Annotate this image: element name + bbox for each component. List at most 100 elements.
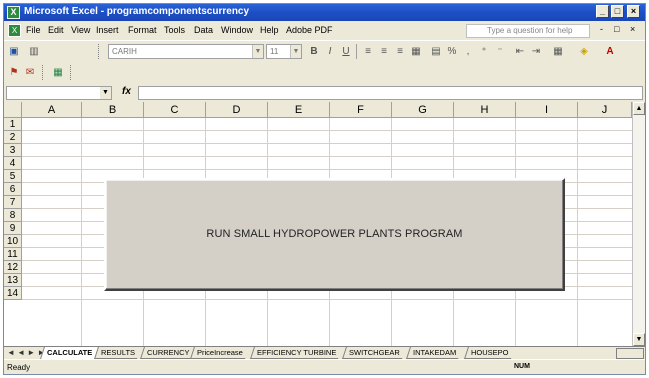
- row-header-11[interactable]: 11: [4, 248, 22, 261]
- borders-icon[interactable]: ▦: [550, 44, 566, 59]
- tab-navigation-icons[interactable]: ◄ ◄ ► ►: [7, 348, 45, 357]
- chevron-down-icon[interactable]: ▼: [290, 45, 301, 58]
- menu-help[interactable]: Help: [260, 25, 279, 35]
- toolbar-grip[interactable]: [98, 44, 101, 59]
- font-color-button[interactable]: A: [602, 44, 618, 59]
- font-size-select[interactable]: 11 ▼: [266, 44, 302, 59]
- menu-data[interactable]: Data: [194, 25, 213, 35]
- vertical-scrollbar[interactable]: ▲ ▼: [632, 102, 645, 346]
- menu-file[interactable]: File: [26, 25, 41, 35]
- increase-indent-icon[interactable]: ⇥: [528, 44, 544, 59]
- row-header-3[interactable]: 3: [4, 144, 22, 157]
- doc-restore-button[interactable]: □: [614, 24, 619, 34]
- font-name-select[interactable]: CARIH ▼: [108, 44, 264, 59]
- align-center-icon[interactable]: ≡: [376, 44, 392, 59]
- row-header-14[interactable]: 14: [4, 287, 22, 300]
- minimize-button[interactable]: _: [596, 5, 609, 18]
- tab-results[interactable]: RESULTS: [94, 347, 141, 359]
- select-all-corner[interactable]: [4, 102, 22, 118]
- row-gridline: [22, 143, 632, 144]
- decrease-indent-icon[interactable]: ⇤: [512, 44, 528, 59]
- toolbar-grip[interactable]: [42, 65, 45, 80]
- pdf-email-icon[interactable]: ✉: [22, 65, 38, 80]
- align-right-icon[interactable]: ≡: [392, 44, 408, 59]
- column-header-d[interactable]: D: [206, 102, 268, 118]
- row-header-7[interactable]: 7: [4, 196, 22, 209]
- excel-window: X Microsoft Excel - programcomponentscur…: [3, 3, 646, 375]
- tab-intakedam[interactable]: INTAKEDAM: [406, 347, 463, 359]
- toolbar-icon[interactable]: ▥: [26, 44, 42, 59]
- excel-app-icon[interactable]: X: [7, 6, 20, 19]
- bold-button[interactable]: B: [306, 44, 322, 59]
- spreadsheet-grid[interactable]: A B C D E F G H I J 1 2 3 4 5 6 7 8 9 10 11 12 13 14 R…: [4, 102, 645, 346]
- chevron-down-icon[interactable]: ▼: [100, 87, 111, 99]
- tab-label: CALCULATE: [47, 348, 93, 357]
- row-header-12[interactable]: 12: [4, 261, 22, 274]
- maximize-button[interactable]: □: [611, 5, 624, 18]
- row-header-1[interactable]: 1: [4, 118, 22, 131]
- row-header-9[interactable]: 9: [4, 222, 22, 235]
- doc-minimize-button[interactable]: -: [600, 24, 603, 34]
- close-button[interactable]: ×: [627, 5, 640, 18]
- column-header-i[interactable]: I: [516, 102, 578, 118]
- pdf-convert-icon[interactable]: ⚑: [6, 65, 22, 80]
- menu-view[interactable]: View: [71, 25, 90, 35]
- menu-insert[interactable]: Insert: [96, 25, 119, 35]
- column-header-j[interactable]: J: [578, 102, 632, 118]
- formula-input[interactable]: [138, 86, 643, 100]
- workbook-icon[interactable]: X: [8, 24, 21, 37]
- italic-button[interactable]: I: [322, 44, 338, 59]
- column-header-c[interactable]: C: [144, 102, 206, 118]
- column-header-g[interactable]: G: [392, 102, 454, 118]
- currency-icon[interactable]: ▤: [428, 44, 444, 59]
- name-box[interactable]: ▼: [6, 86, 112, 100]
- menu-window[interactable]: Window: [221, 25, 253, 35]
- window-title: Microsoft Excel - programcomponentscurre…: [24, 6, 250, 17]
- underline-button[interactable]: U: [338, 44, 354, 59]
- row-header-6[interactable]: 6: [4, 183, 22, 196]
- run-program-button[interactable]: RUN SMALL HYDROPOWER PLANTS PROGRAM: [104, 178, 565, 291]
- percent-button[interactable]: %: [444, 44, 460, 59]
- chevron-down-icon[interactable]: ▼: [252, 45, 263, 58]
- chart-icon[interactable]: ▦: [50, 65, 66, 80]
- menu-bar: X File Edit View Insert Format Tools Dat…: [4, 21, 645, 40]
- decrease-decimal-icon[interactable]: ⁻: [492, 44, 508, 59]
- menu-tools[interactable]: Tools: [164, 25, 185, 35]
- row-header-2[interactable]: 2: [4, 131, 22, 144]
- toolbar-grip[interactable]: [70, 65, 73, 80]
- increase-decimal-icon[interactable]: ⁺: [476, 44, 492, 59]
- tab-label: RESULTS: [101, 348, 136, 357]
- menu-adobe-pdf[interactable]: Adobe PDF: [286, 25, 333, 35]
- help-search-input[interactable]: Type a question for help: [466, 24, 590, 38]
- tab-currency[interactable]: CURRENCY: [140, 347, 196, 359]
- tab-calculate[interactable]: CALCULATE: [40, 347, 99, 359]
- column-header-h[interactable]: H: [454, 102, 516, 118]
- column-header-f[interactable]: F: [330, 102, 392, 118]
- merge-center-icon[interactable]: ▦: [408, 44, 424, 59]
- menu-edit[interactable]: Edit: [48, 25, 64, 35]
- fx-label[interactable]: fx: [122, 86, 131, 97]
- row-header-8[interactable]: 8: [4, 209, 22, 222]
- row-gridline: [22, 169, 632, 170]
- status-bar: Ready NUM: [4, 359, 645, 374]
- column-header-b[interactable]: B: [82, 102, 144, 118]
- column-header-e[interactable]: E: [268, 102, 330, 118]
- row-header-5[interactable]: 5: [4, 170, 22, 183]
- menu-format[interactable]: Format: [128, 25, 157, 35]
- scroll-up-icon[interactable]: ▲: [633, 102, 645, 115]
- tab-priceincrease[interactable]: PriceIncrease: [190, 347, 249, 359]
- scroll-down-icon[interactable]: ▼: [633, 333, 645, 346]
- fill-color-icon[interactable]: ◈: [576, 44, 592, 59]
- row-header-4[interactable]: 4: [4, 157, 22, 170]
- tab-switchgear[interactable]: SWITCHGEAR: [342, 347, 406, 359]
- horizontal-scrollbar[interactable]: [616, 348, 644, 359]
- save-icon[interactable]: ▣: [6, 44, 22, 59]
- tab-efficiency-turbine[interactable]: EFFICIENCY TURBINE: [250, 347, 343, 359]
- column-header-a[interactable]: A: [22, 102, 82, 118]
- tab-housepo[interactable]: HOUSEPO: [464, 347, 515, 359]
- row-header-13[interactable]: 13: [4, 274, 22, 287]
- doc-close-button[interactable]: ×: [630, 24, 635, 34]
- row-header-10[interactable]: 10: [4, 235, 22, 248]
- comma-style-icon[interactable]: ,: [460, 44, 476, 59]
- align-left-icon[interactable]: ≡: [360, 44, 376, 59]
